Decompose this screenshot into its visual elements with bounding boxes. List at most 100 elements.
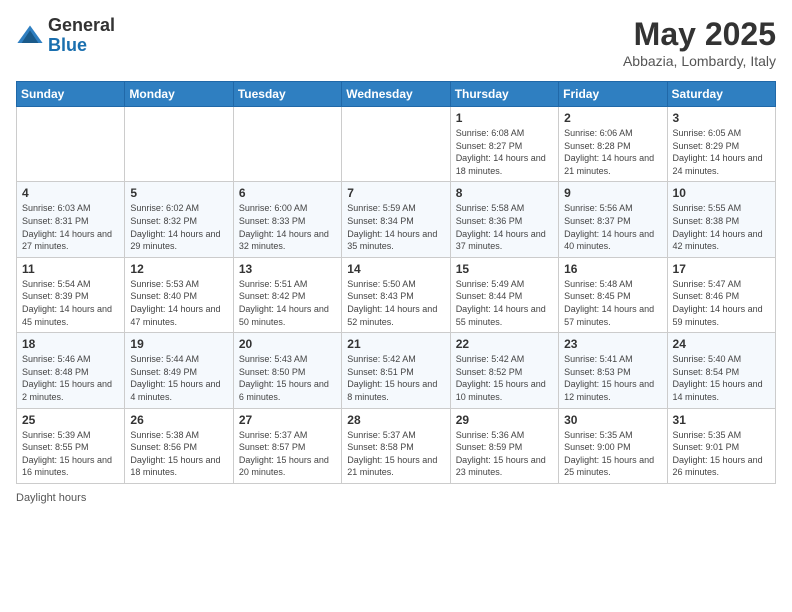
calendar-cell [125, 107, 233, 182]
day-info: Sunrise: 5:47 AM Sunset: 8:46 PM Dayligh… [673, 278, 770, 328]
calendar-cell: 2 Sunrise: 6:06 AM Sunset: 8:28 PM Daylig… [559, 107, 667, 182]
day-number: 7 [347, 186, 444, 200]
day-info: Sunrise: 5:35 AM Sunset: 9:00 PM Dayligh… [564, 429, 661, 479]
calendar-cell: 26 Sunrise: 5:38 AM Sunset: 8:56 PM Dayli… [125, 408, 233, 483]
calendar-cell: 29 Sunrise: 5:36 AM Sunset: 8:59 PM Dayli… [450, 408, 558, 483]
calendar-cell: 7 Sunrise: 5:59 AM Sunset: 8:34 PM Daylig… [342, 182, 450, 257]
day-number: 1 [456, 111, 553, 125]
day-info: Sunrise: 5:40 AM Sunset: 8:54 PM Dayligh… [673, 353, 770, 403]
day-number: 17 [673, 262, 770, 276]
day-info: Sunrise: 5:46 AM Sunset: 8:48 PM Dayligh… [22, 353, 119, 403]
weekday-header-friday: Friday [559, 82, 667, 107]
calendar-cell: 10 Sunrise: 5:55 AM Sunset: 8:38 PM Dayli… [667, 182, 775, 257]
weekday-header-saturday: Saturday [667, 82, 775, 107]
calendar-cell: 20Sunrise: 5:43 AM Sunset: 8:50 PM Dayli… [233, 333, 341, 408]
calendar-cell: 1 Sunrise: 6:08 AM Sunset: 8:27 PM Daylig… [450, 107, 558, 182]
calendar-cell: 22 Sunrise: 5:42 AM Sunset: 8:52 PM Dayli… [450, 333, 558, 408]
month-title: May 2025 [623, 16, 776, 53]
day-number: 10 [673, 186, 770, 200]
day-number: 11 [22, 262, 119, 276]
calendar-cell: 24 Sunrise: 5:40 AM Sunset: 8:54 PM Dayli… [667, 333, 775, 408]
day-info: Sunrise: 5:50 AM Sunset: 8:43 PM Dayligh… [347, 278, 444, 328]
day-info: Sunrise: 5:38 AM Sunset: 8:56 PM Dayligh… [130, 429, 227, 479]
weekday-header-monday: Monday [125, 82, 233, 107]
day-number: 13 [239, 262, 336, 276]
day-number: 21 [347, 337, 444, 351]
calendar-week-3: 11 Sunrise: 5:54 AM Sunset: 8:39 PM Dayli… [17, 257, 776, 332]
logo: General Blue [16, 16, 115, 56]
day-number: 26 [130, 413, 227, 427]
footer-note: Daylight hours [16, 492, 776, 504]
day-info: Sunrise: 6:02 AM Sunset: 8:32 PM Dayligh… [130, 202, 227, 252]
calendar-cell: 30Sunrise: 5:35 AM Sunset: 9:00 PM Dayli… [559, 408, 667, 483]
day-number: 18 [22, 337, 119, 351]
weekday-header-row: SundayMondayTuesdayWednesdayThursdayFrid… [17, 82, 776, 107]
day-number: 12 [130, 262, 227, 276]
weekday-header-sunday: Sunday [17, 82, 125, 107]
calendar-cell [233, 107, 341, 182]
day-info: Sunrise: 5:58 AM Sunset: 8:36 PM Dayligh… [456, 202, 553, 252]
calendar-cell: 8 Sunrise: 5:58 AM Sunset: 8:36 PM Daylig… [450, 182, 558, 257]
day-info: Sunrise: 5:39 AM Sunset: 8:55 PM Dayligh… [22, 429, 119, 479]
day-number: 23 [564, 337, 661, 351]
calendar-cell [17, 107, 125, 182]
day-number: 19 [130, 337, 227, 351]
day-number: 8 [456, 186, 553, 200]
calendar-cell: 19 Sunrise: 5:44 AM Sunset: 8:49 PM Dayli… [125, 333, 233, 408]
day-info: Sunrise: 5:48 AM Sunset: 8:45 PM Dayligh… [564, 278, 661, 328]
logo-icon [16, 22, 44, 50]
day-number: 28 [347, 413, 444, 427]
day-number: 15 [456, 262, 553, 276]
calendar-cell: 15 Sunrise: 5:49 AM Sunset: 8:44 PM Dayli… [450, 257, 558, 332]
day-number: 6 [239, 186, 336, 200]
calendar-cell: 3Sunrise: 6:05 AM Sunset: 8:29 PM Daylig… [667, 107, 775, 182]
day-number: 2 [564, 111, 661, 125]
day-info: Sunrise: 5:59 AM Sunset: 8:34 PM Dayligh… [347, 202, 444, 252]
day-info: Sunrise: 6:06 AM Sunset: 8:28 PM Dayligh… [564, 127, 661, 177]
calendar-cell: 27 Sunrise: 5:37 AM Sunset: 8:57 PM Dayli… [233, 408, 341, 483]
page-header: General Blue May 2025 Abbazia, Lombardy,… [16, 16, 776, 69]
day-number: 22 [456, 337, 553, 351]
title-block: May 2025 Abbazia, Lombardy, Italy [623, 16, 776, 69]
day-number: 31 [673, 413, 770, 427]
day-info: Sunrise: 5:42 AM Sunset: 8:52 PM Dayligh… [456, 353, 553, 403]
day-number: 16 [564, 262, 661, 276]
day-number: 4 [22, 186, 119, 200]
calendar-table: SundayMondayTuesdayWednesdayThursdayFrid… [16, 81, 776, 484]
calendar-cell: 23 Sunrise: 5:41 AM Sunset: 8:53 PM Dayli… [559, 333, 667, 408]
day-info: Sunrise: 5:49 AM Sunset: 8:44 PM Dayligh… [456, 278, 553, 328]
day-number: 27 [239, 413, 336, 427]
day-info: Sunrise: 5:56 AM Sunset: 8:37 PM Dayligh… [564, 202, 661, 252]
day-info: Sunrise: 5:42 AM Sunset: 8:51 PM Dayligh… [347, 353, 444, 403]
day-info: Sunrise: 6:08 AM Sunset: 8:27 PM Dayligh… [456, 127, 553, 177]
calendar-cell: 17 Sunrise: 5:47 AM Sunset: 8:46 PM Dayli… [667, 257, 775, 332]
location-subtitle: Abbazia, Lombardy, Italy [623, 53, 776, 69]
day-info: Sunrise: 5:53 AM Sunset: 8:40 PM Dayligh… [130, 278, 227, 328]
calendar-cell: 21 Sunrise: 5:42 AM Sunset: 8:51 PM Dayli… [342, 333, 450, 408]
logo-text: General Blue [48, 16, 115, 56]
day-info: Sunrise: 5:35 AM Sunset: 9:01 PM Dayligh… [673, 429, 770, 479]
day-info: Sunrise: 6:03 AM Sunset: 8:31 PM Dayligh… [22, 202, 119, 252]
calendar-cell [342, 107, 450, 182]
day-info: Sunrise: 5:37 AM Sunset: 8:57 PM Dayligh… [239, 429, 336, 479]
day-info: Sunrise: 5:41 AM Sunset: 8:53 PM Dayligh… [564, 353, 661, 403]
day-number: 29 [456, 413, 553, 427]
calendar-cell: 11 Sunrise: 5:54 AM Sunset: 8:39 PM Dayli… [17, 257, 125, 332]
day-number: 9 [564, 186, 661, 200]
day-number: 5 [130, 186, 227, 200]
calendar-week-1: 1 Sunrise: 6:08 AM Sunset: 8:27 PM Daylig… [17, 107, 776, 182]
calendar-cell: 12 Sunrise: 5:53 AM Sunset: 8:40 PM Dayli… [125, 257, 233, 332]
day-info: Sunrise: 5:37 AM Sunset: 8:58 PM Dayligh… [347, 429, 444, 479]
day-info: Sunrise: 5:55 AM Sunset: 8:38 PM Dayligh… [673, 202, 770, 252]
calendar-cell: 14 Sunrise: 5:50 AM Sunset: 8:43 PM Dayli… [342, 257, 450, 332]
calendar-cell: 4 Sunrise: 6:03 AM Sunset: 8:31 PM Daylig… [17, 182, 125, 257]
day-info: Sunrise: 6:00 AM Sunset: 8:33 PM Dayligh… [239, 202, 336, 252]
day-number: 3 [673, 111, 770, 125]
day-info: Sunrise: 5:36 AM Sunset: 8:59 PM Dayligh… [456, 429, 553, 479]
day-number: 24 [673, 337, 770, 351]
calendar-cell: 9 Sunrise: 5:56 AM Sunset: 8:37 PM Daylig… [559, 182, 667, 257]
daylight-hours-label: Daylight hours [16, 492, 86, 504]
day-number: 14 [347, 262, 444, 276]
day-info: Sunrise: 5:44 AM Sunset: 8:49 PM Dayligh… [130, 353, 227, 403]
day-info: Sunrise: 5:54 AM Sunset: 8:39 PM Dayligh… [22, 278, 119, 328]
